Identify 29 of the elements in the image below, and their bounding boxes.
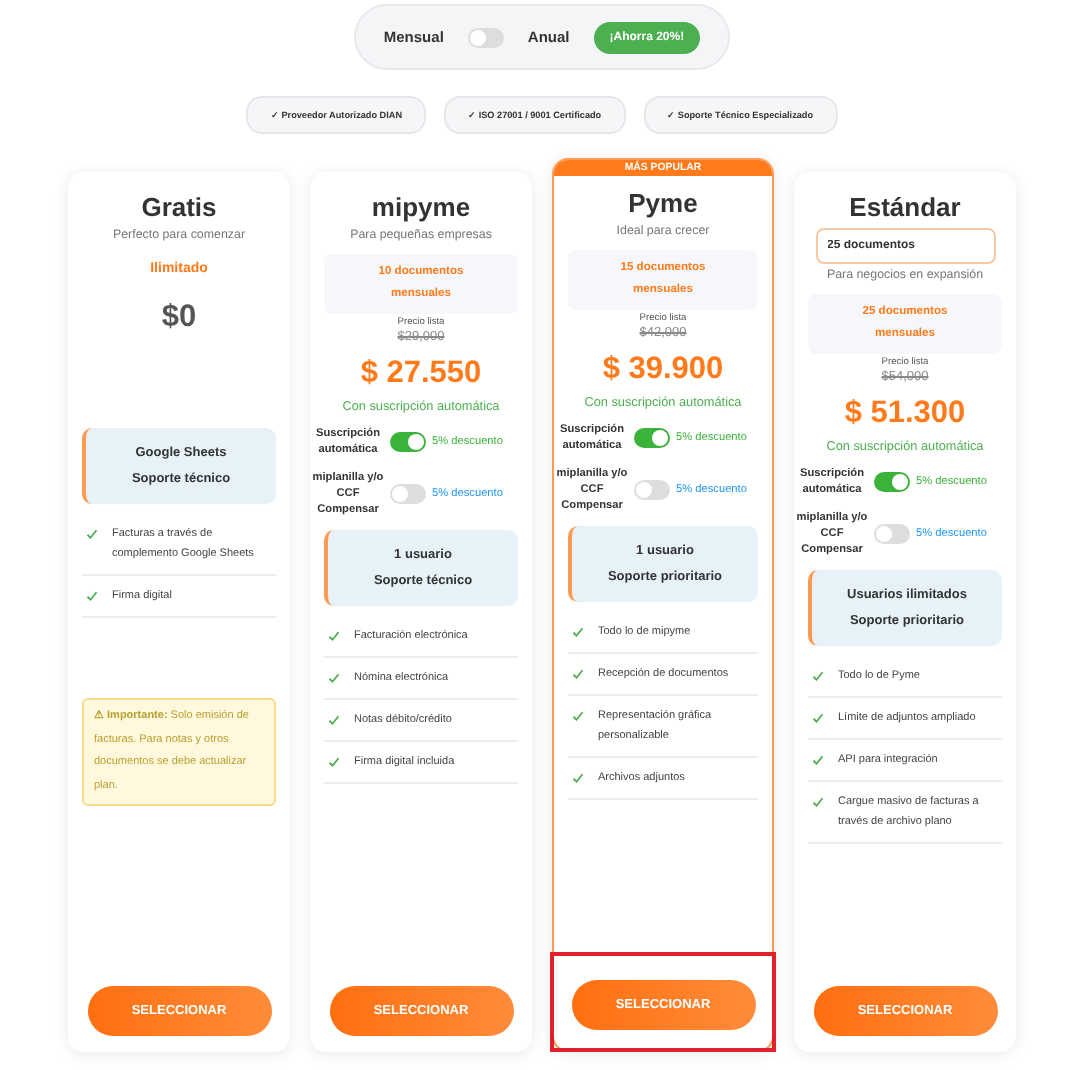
- toggle-switch[interactable]: [467, 27, 504, 47]
- plan-price: $0: [161, 300, 197, 336]
- check-icon: [328, 630, 340, 642]
- check-icon: [812, 796, 824, 808]
- check-icon: [572, 772, 584, 784]
- toggle-switch[interactable]: [390, 484, 426, 504]
- toggle-switch[interactable]: [390, 432, 426, 452]
- check-icon: [86, 590, 98, 602]
- plan-title: Pyme: [628, 188, 698, 218]
- toggle-switch[interactable]: [874, 472, 910, 492]
- check-icon: [812, 670, 824, 682]
- check-icon: [86, 528, 98, 540]
- check-icon: [812, 712, 824, 724]
- plan-price: $ 27.550: [360, 356, 482, 392]
- check-icon: [572, 710, 584, 722]
- plan-title: Estándar: [849, 192, 961, 222]
- plan-title: Gratis: [141, 192, 217, 222]
- toggle-switch[interactable]: [634, 480, 670, 500]
- toggle-switch[interactable]: [634, 428, 670, 448]
- toggle-switch[interactable]: [874, 524, 910, 544]
- plan-price: $ 51.300: [844, 396, 966, 432]
- check-icon: [328, 672, 340, 684]
- plan-title: mipyme: [371, 192, 471, 222]
- check-icon: [328, 756, 340, 768]
- plan-price: $ 39.900: [602, 352, 724, 388]
- check-icon: [572, 668, 584, 680]
- check-icon: [812, 754, 824, 766]
- check-icon: [572, 626, 584, 638]
- check-icon: [328, 714, 340, 726]
